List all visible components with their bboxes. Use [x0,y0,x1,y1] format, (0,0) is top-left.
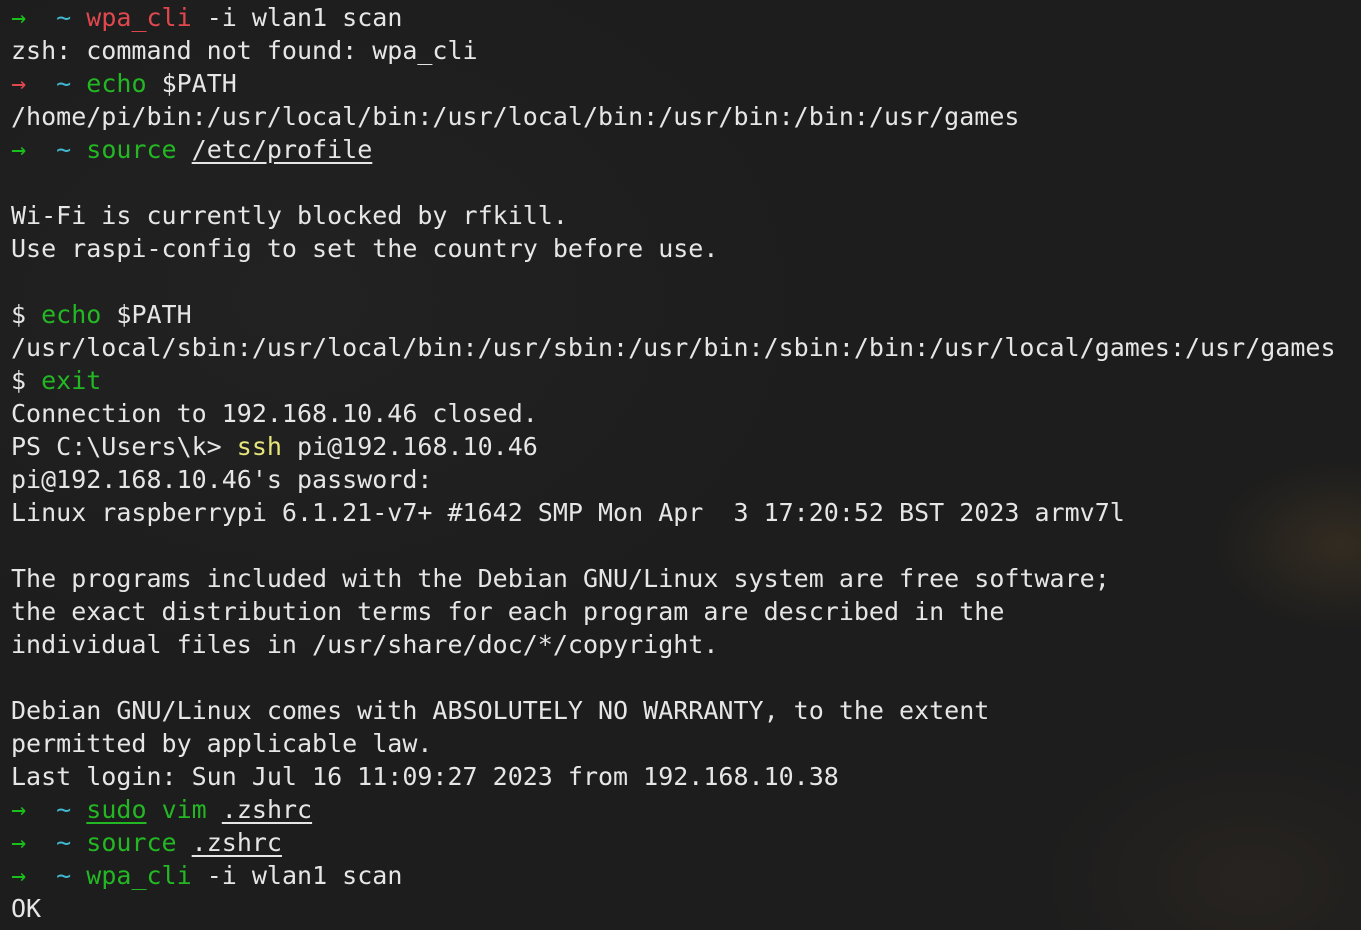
prompt-home-dir: ~ [56,69,72,98]
terminal-line: $ exit [11,364,1356,397]
terminal-line: → ~ source /etc/profile [11,133,1356,166]
command-name: echo [86,69,147,98]
terminal-line: → ~ echo $PATH [11,67,1356,100]
terminal-output-line: the exact distribution terms for each pr… [11,597,1005,626]
command-name: source [86,828,177,857]
powershell-prompt: PS C:\Users\k> [11,432,222,461]
terminal-line: → ~ wpa_cli -i wlan1 scan [11,859,1356,892]
command-args: $PATH [101,300,192,329]
terminal-line: $ echo $PATH [11,298,1356,331]
terminal-window[interactable]: → ~ wpa_cli -i wlan1 scan zsh: command n… [11,1,1356,926]
prompt-home-dir: ~ [56,828,72,857]
command-name: echo [41,300,102,329]
prompt-home-dir: ~ [56,861,72,890]
terminal-output-line: zsh: command not found: wpa_cli [11,36,478,65]
terminal-output-line: Connection to 192.168.10.46 closed. [11,399,538,428]
command-subcommand: vim [161,795,207,824]
prompt-home-dir: ~ [56,3,72,32]
terminal-output-line: individual files in /usr/share/doc/*/cop… [11,630,719,659]
command-args: pi@192.168.10.46 [281,432,538,461]
command-name: source [86,135,177,164]
command-name: ssh [236,432,282,461]
prompt-arrow-icon: → [11,795,27,824]
command-path-arg: .zshrc [221,795,313,824]
prompt-home-dir: ~ [56,135,72,164]
terminal-output-line: Wi-Fi is currently blocked by rfkill. [11,201,568,230]
terminal-output-line: pi@192.168.10.46's password: [11,465,433,494]
command-name: sudo [86,795,147,824]
command-args: $PATH [146,69,237,98]
terminal-output-line: permitted by applicable law. [11,729,433,758]
terminal-output-line: Debian GNU/Linux comes with ABSOLUTELY N… [11,696,990,725]
prompt-arrow-icon: → [11,3,27,32]
shell-dollar-prompt: $ [11,366,27,395]
terminal-output-line: The programs included with the Debian GN… [11,564,1110,593]
prompt-arrow-icon: → [11,828,27,857]
terminal-line: → ~ source .zshrc [11,826,1356,859]
terminal-line: → ~ wpa_cli -i wlan1 scan [11,1,1356,34]
command-name: wpa_cli [86,3,192,32]
shell-dollar-prompt: $ [11,300,27,329]
prompt-arrow-icon: → [11,69,27,98]
command-path-arg: /etc/profile [191,135,373,164]
terminal-output-line: /home/pi/bin:/usr/local/bin:/usr/local/b… [11,102,1020,131]
command-args: -i wlan1 scan [191,861,403,890]
terminal-output-line: /usr/local/sbin:/usr/local/bin:/usr/sbin… [11,333,1336,362]
terminal-output-line: Last login: Sun Jul 16 11:09:27 2023 fro… [11,762,839,791]
terminal-output-line: OK [11,894,42,923]
prompt-arrow-icon: → [11,135,27,164]
prompt-arrow-icon: → [11,861,27,890]
terminal-output-line: Use raspi-config to set the country befo… [11,234,719,263]
command-path-arg: .zshrc [191,828,282,857]
terminal-line: → ~ sudo vim .zshrc [11,793,1356,826]
prompt-home-dir: ~ [56,795,72,824]
command-args: -i wlan1 scan [191,3,403,32]
command-name: exit [41,366,102,395]
terminal-output-line: Linux raspberrypi 6.1.21-v7+ #1642 SMP M… [11,498,1125,527]
terminal-line: PS C:\Users\k> ssh pi@192.168.10.46 [11,430,1356,463]
command-name: wpa_cli [86,861,192,890]
